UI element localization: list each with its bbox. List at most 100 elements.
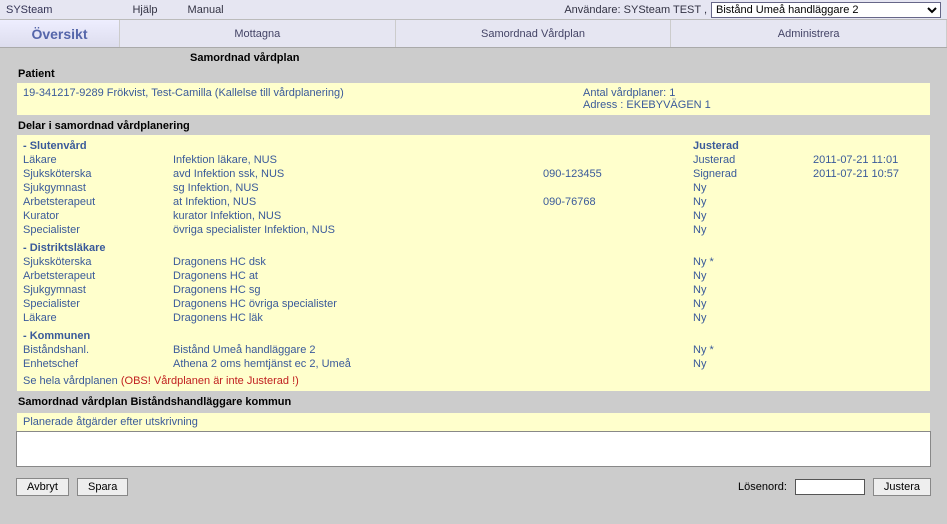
group-sluten: - Slutenvård [23,139,173,153]
full-plan-link[interactable]: Se hela vårdplanen [23,375,118,387]
row-ts [813,181,947,195]
bottom-section-label: Samordnad vårdplan Biståndshandläggare k… [0,394,947,410]
adjust-button[interactable]: Justera [873,478,931,496]
row-status: Ny [693,311,813,325]
row-phone [543,297,693,311]
tab-careplan[interactable]: Samordnad Vårdplan [396,20,672,47]
page-title: Samordnad vårdplan [0,48,947,66]
row-phone [543,283,693,297]
row-ts [813,269,947,283]
row-status: Ny [693,181,813,195]
row-ts: 2011-07-21 11:01 [813,153,947,167]
tab-received[interactable]: Mottagna [120,20,396,47]
row-who: kurator Infektion, NUS [173,209,543,223]
row-phone [543,209,693,223]
planned-textarea[interactable] [16,431,931,467]
row-phone [543,153,693,167]
col-status-header: Justerad [693,139,813,153]
password-input[interactable] [795,479,865,495]
password-label: Lösenord: [738,481,787,493]
menu-manual[interactable]: Manual [188,4,224,16]
row-status: Ny * [693,343,813,357]
tab-admin[interactable]: Administrera [671,20,947,47]
row-role: Enhetschef [23,357,173,371]
row-role: Läkare [23,311,173,325]
tab-bar: Översikt Mottagna Samordnad Vårdplan Adm… [0,20,947,48]
row-who: Dragonens HC övriga specialister [173,297,543,311]
row-ts [813,195,947,209]
row-role: Sjukgymnast [23,283,173,297]
row-phone [543,343,693,357]
row-status: Justerad [693,153,813,167]
row-status: Ny * [693,255,813,269]
row-role: Läkare [23,153,173,167]
row-status: Ny [693,209,813,223]
row-who: sg Infektion, NUS [173,181,543,195]
menu-help[interactable]: Hjälp [132,4,157,16]
row-who: Dragonens HC at [173,269,543,283]
row-ts [813,297,947,311]
top-menu: Hjälp Manual [132,4,223,16]
row-who: at Infektion, NUS [173,195,543,209]
row-role: Kurator [23,209,173,223]
row-ts [813,223,947,237]
patient-plans: Antal vårdplaner: 1 [583,87,711,99]
patient-section-label: Patient [0,66,947,82]
row-role: Sjukgymnast [23,181,173,195]
save-button[interactable]: Spara [77,478,128,496]
row-role: Arbetsterapeut [23,195,173,209]
row-phone [543,181,693,195]
group-kommun: - Kommunen [23,325,947,343]
role-select[interactable]: Bistånd Umeå handläggare 2 [711,2,941,18]
row-ts [813,209,947,223]
row-phone [543,269,693,283]
patient-panel: 19-341217-9289 Frökvist, Test-Camilla (K… [16,82,931,116]
row-role: Specialister [23,223,173,237]
row-role: Sjuksköterska [23,167,173,181]
top-bar: SYSteam Hjälp Manual Användare: SYSteam … [0,0,947,20]
row-role: Biståndshanl. [23,343,173,357]
row-ts [813,283,947,297]
parts-panel: - Slutenvård Justerad Läkare Infektion l… [16,134,931,392]
row-status: Ny [693,195,813,209]
row-who: Dragonens HC sg [173,283,543,297]
row-status: Ny [693,223,813,237]
patient-id-name: 19-341217-9289 Frökvist, Test-Camilla (K… [23,87,583,111]
row-status: Ny [693,297,813,311]
row-status: Ny [693,269,813,283]
row-phone [543,255,693,269]
full-plan-warning: (OBS! Vårdplanen är inte Justerad !) [121,375,299,387]
row-who: Dragonens HC läk [173,311,543,325]
row-role: Arbetsterapeut [23,269,173,283]
button-row: Avbryt Spara Lösenord: Justera [0,470,947,504]
row-who: Athena 2 oms hemtjänst ec 2, Umeå [173,357,543,371]
parts-section-label: Delar i samordnad vårdplanering [0,118,947,134]
planned-label: Planerade åtgärder efter utskrivning [16,412,931,431]
patient-address: Adress : EKEBYVÄGEN 1 [583,99,711,111]
row-ts [813,255,947,269]
parts-grid: - Slutenvård Justerad Läkare Infektion l… [23,139,924,371]
row-phone: 090-123455 [543,167,693,181]
row-phone [543,223,693,237]
row-ts [813,357,947,371]
app-name: SYSteam [6,4,52,16]
row-who: Infektion läkare, NUS [173,153,543,167]
row-role: Sjuksköterska [23,255,173,269]
group-distrikt: - Distriktsläkare [23,237,947,255]
user-label: Användare: SYSteam TEST , [564,4,707,16]
row-phone [543,311,693,325]
row-ts [813,343,947,357]
row-status: Signerad [693,167,813,181]
row-role: Specialister [23,297,173,311]
row-ts [813,311,947,325]
row-status: Ny [693,283,813,297]
tab-overview[interactable]: Översikt [0,20,120,47]
row-who: avd Infektion ssk, NUS [173,167,543,181]
row-who: övriga specialister Infektion, NUS [173,223,543,237]
cancel-button[interactable]: Avbryt [16,478,69,496]
planned-box: Planerade åtgärder efter utskrivning [16,412,931,470]
row-ts: 2011-07-21 10:57 [813,167,947,181]
row-phone [543,357,693,371]
row-status: Ny [693,357,813,371]
row-phone: 090-76768 [543,195,693,209]
